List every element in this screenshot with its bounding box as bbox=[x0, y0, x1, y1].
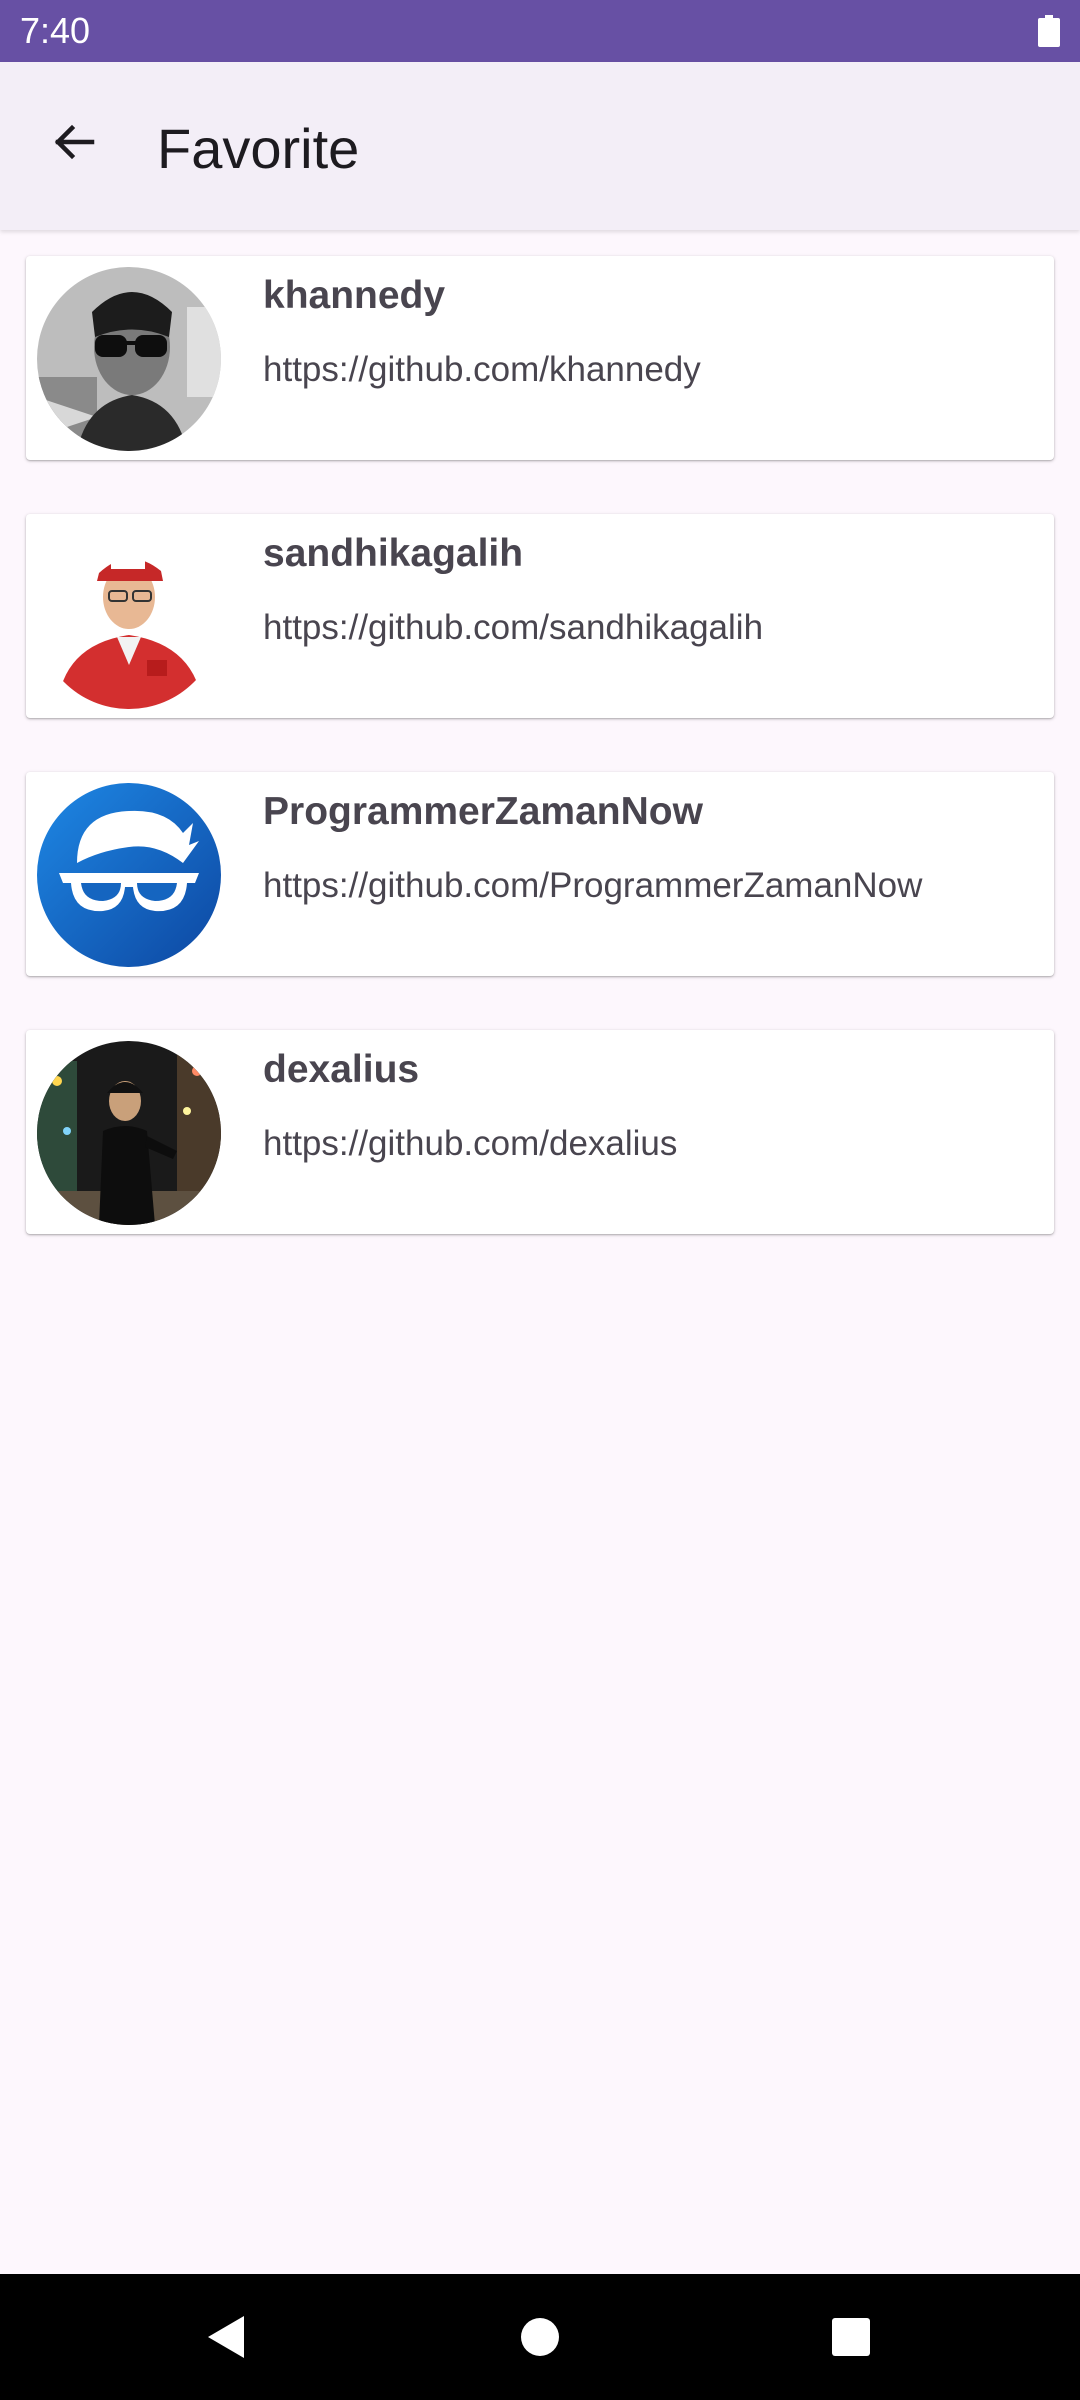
back-button[interactable] bbox=[34, 102, 114, 182]
avatar bbox=[37, 525, 221, 709]
home-circle-icon bbox=[521, 2318, 559, 2356]
profile-url: https://github.com/sandhikagalih bbox=[263, 608, 764, 647]
avatar bbox=[37, 267, 221, 451]
system-nav-bar bbox=[0, 2274, 1080, 2400]
list-item[interactable]: khannedy https://github.com/khannedy bbox=[26, 256, 1054, 460]
profile-url: https://github.com/ProgrammerZamanNow bbox=[263, 866, 923, 905]
nav-back-button[interactable] bbox=[166, 2274, 286, 2400]
battery-icon bbox=[1038, 15, 1060, 47]
nav-recents-button[interactable] bbox=[791, 2274, 911, 2400]
username: dexalius bbox=[263, 1048, 420, 1091]
list-item[interactable]: sandhikagalih https://github.com/sandhik… bbox=[26, 514, 1054, 718]
nav-home-button[interactable] bbox=[480, 2274, 600, 2400]
back-triangle-icon bbox=[208, 2316, 244, 2358]
list-item[interactable]: ProgrammerZamanNow https://github.com/Pr… bbox=[26, 772, 1054, 976]
username: sandhikagalih bbox=[263, 532, 524, 575]
top-app-bar: Favorite bbox=[0, 62, 1080, 230]
username: ProgrammerZamanNow bbox=[263, 790, 703, 833]
username: khannedy bbox=[263, 274, 446, 317]
status-bar: 7:40 bbox=[0, 0, 1080, 62]
profile-url: https://github.com/dexalius bbox=[263, 1124, 678, 1163]
page-title: Favorite bbox=[157, 117, 360, 180]
recents-square-icon bbox=[832, 2318, 870, 2356]
avatar bbox=[37, 783, 221, 967]
profile-url: https://github.com/khannedy bbox=[263, 350, 701, 389]
list-item[interactable]: dexalius https://github.com/dexalius bbox=[26, 1030, 1054, 1234]
avatar bbox=[37, 1041, 221, 1225]
arrow-left-icon bbox=[54, 124, 95, 160]
status-time: 7:40 bbox=[20, 10, 91, 51]
